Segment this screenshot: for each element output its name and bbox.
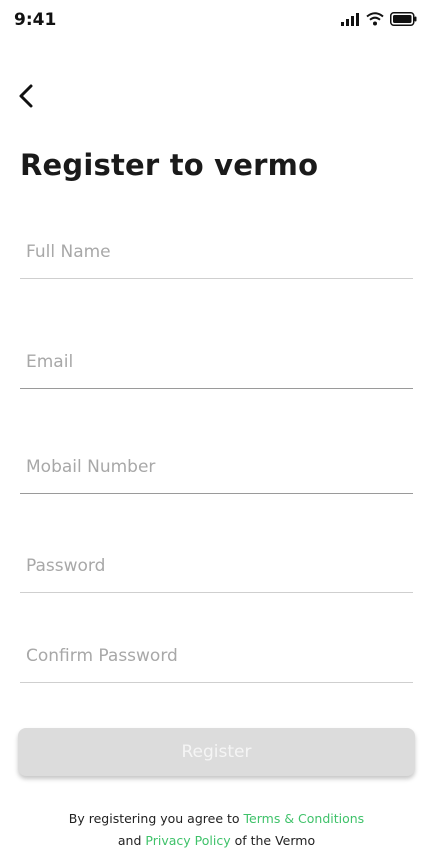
status-icons bbox=[341, 12, 417, 26]
terms-suffix: of the Vermo bbox=[234, 833, 316, 848]
privacy-link[interactable]: Privacy Policy bbox=[145, 833, 230, 848]
page-title: Register to vermo bbox=[20, 148, 319, 182]
register-button[interactable]: Register bbox=[18, 728, 415, 776]
signal-icon bbox=[341, 12, 360, 26]
password-field bbox=[20, 556, 413, 593]
status-bar: 9:41 bbox=[0, 0, 433, 44]
status-time: 9:41 bbox=[14, 10, 57, 30]
password-input[interactable] bbox=[20, 556, 413, 592]
register-screen: 9:41 Register to vermo Full Name Email M… bbox=[0, 0, 433, 850]
email-input[interactable] bbox=[20, 352, 413, 388]
back-button[interactable] bbox=[12, 82, 40, 110]
full-name-input[interactable] bbox=[20, 242, 413, 278]
wifi-icon bbox=[366, 12, 384, 26]
terms-and: and bbox=[117, 833, 142, 848]
chevron-left-icon bbox=[17, 83, 35, 109]
mobile-number-field bbox=[20, 457, 413, 494]
terms-line-1: By registering you agree to Terms & Cond… bbox=[0, 808, 433, 830]
email-field bbox=[20, 352, 413, 389]
confirm-password-field bbox=[20, 646, 413, 683]
battery-icon bbox=[390, 12, 417, 26]
terms-notice: By registering you agree to Terms & Cond… bbox=[0, 808, 433, 850]
full-name-field bbox=[20, 242, 413, 279]
terms-line-2: and Privacy Policy of the Vermo bbox=[0, 830, 433, 850]
terms-link[interactable]: Terms & Conditions bbox=[244, 811, 365, 826]
confirm-password-input[interactable] bbox=[20, 646, 413, 682]
mobile-number-input[interactable] bbox=[20, 457, 413, 493]
terms-prefix: By registering you agree to bbox=[68, 811, 240, 826]
